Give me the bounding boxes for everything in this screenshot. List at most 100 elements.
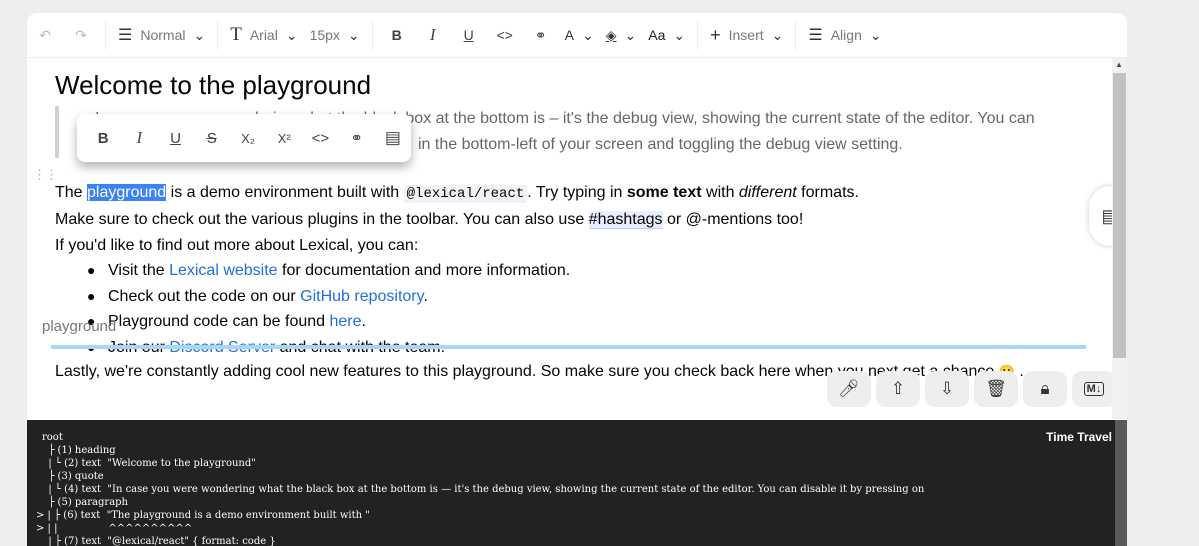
debug-line: > | | ^^^^^^^^^^: [36, 523, 193, 534]
heading: Welcome to the playground: [55, 70, 372, 100]
text-run: . Try typing in: [527, 184, 627, 201]
editor-scrollbar[interactable]: ▲: [1112, 58, 1127, 419]
export-button[interactable]: ⇧: [876, 371, 920, 407]
paragraph-intro: The playground is a demo environment bui…: [55, 183, 859, 204]
toolbar: ↶ ↷ ☰ Normal ⌄ T Arial ⌄ 15px ⌄ B I U <>…: [27, 13, 1127, 58]
block-type-label: Normal: [140, 27, 186, 43]
float-bold-button[interactable]: B: [85, 122, 121, 154]
list-item: ● Check out the code on our GitHub reposi…: [87, 286, 428, 307]
plus-icon: +: [710, 24, 721, 45]
drop-target-line: [51, 345, 1086, 349]
insert-label: Insert: [728, 27, 764, 43]
code-button[interactable]: <>: [487, 18, 523, 52]
chevron-down-icon: ⌄: [673, 26, 686, 43]
link-button[interactable]: ⚭: [523, 18, 559, 52]
font-size-dropdown[interactable]: 15px ⌄: [304, 18, 366, 52]
text-run: formats.: [796, 184, 859, 201]
italic-icon: I: [136, 128, 143, 147]
align-dropdown[interactable]: ☰ Align ⌄: [802, 18, 887, 52]
text-case-dropdown[interactable]: Aa ⌄: [642, 18, 691, 52]
download-icon: ⇩: [939, 379, 955, 398]
action-buttons: 🎤︎ ⇧ ⇩ 🗑︎ 🔒︎ M↓: [827, 371, 1116, 407]
float-underline-button[interactable]: U: [157, 122, 193, 154]
italic-button[interactable]: I: [415, 18, 451, 52]
chevron-down-icon: ⌄: [193, 26, 206, 43]
editor-content[interactable]: Welcome to the playground In case you we…: [27, 58, 1127, 419]
code-icon: <>: [496, 27, 513, 43]
chevron-down-icon: ⌄: [624, 26, 637, 43]
microphone-icon: 🎤︎: [838, 379, 860, 398]
clear-editor-button[interactable]: 🗑︎: [974, 371, 1018, 407]
chevron-down-icon: ⌄: [285, 26, 298, 43]
font-family-label: Arial: [249, 27, 278, 43]
speech-to-text-button[interactable]: 🎤︎: [827, 371, 871, 407]
debug-line: | └ (4) text "In case you were wondering…: [42, 484, 925, 495]
insert-dropdown[interactable]: + Insert ⌄: [704, 18, 789, 52]
chevron-down-icon: ⌄: [771, 26, 784, 43]
text-case-label: Aa: [648, 27, 666, 43]
text-run: Playground code can be found: [108, 313, 330, 330]
text-run: or @-mentions too!: [662, 211, 804, 228]
import-button[interactable]: ⇩: [925, 371, 969, 407]
float-link-button[interactable]: ⚭: [339, 122, 375, 154]
float-subscript-button[interactable]: X₂: [230, 122, 266, 154]
align-left-icon: ☰: [808, 27, 823, 44]
debug-line: | └ (2) text "Welcome to the playground": [42, 458, 256, 469]
link-here[interactable]: here: [330, 313, 362, 330]
list-item: ● Playground code can be found here.: [87, 311, 366, 332]
float-superscript-button[interactable]: X²: [266, 122, 302, 154]
scrollbar-thumb[interactable]: [1113, 73, 1126, 358]
inline-code: @lexical/react: [403, 185, 528, 203]
float-comment-button[interactable]: ▤: [375, 122, 411, 154]
redo-button[interactable]: ↷: [63, 18, 99, 52]
float-strikethrough-button[interactable]: S: [194, 122, 230, 154]
bold-button[interactable]: B: [379, 18, 415, 52]
bullet-icon: ●: [87, 262, 96, 278]
underline-icon: U: [170, 129, 181, 147]
scroll-up-icon[interactable]: ▲: [1115, 60, 1123, 69]
toolbar-divider: [795, 20, 797, 50]
bullet-icon: ●: [87, 288, 96, 304]
strikethrough-icon: S: [206, 129, 217, 147]
link-lexical-website[interactable]: Lexical website: [169, 262, 278, 279]
text-run: Check out the code on our: [108, 288, 301, 305]
undo-icon: ↶: [39, 26, 51, 43]
hashtag[interactable]: #hashtags: [588, 211, 663, 229]
list-item: ● Visit the Lexical website for documenta…: [87, 260, 570, 281]
subscript-icon: X₂: [241, 130, 255, 146]
debug-line: ├ (1) heading: [42, 445, 116, 456]
bg-color-dropdown[interactable]: ◈ ⌄: [600, 18, 643, 52]
floating-format-toolbar: B I U S X₂ X² <> ⚭ ▤: [77, 114, 411, 162]
link-github-repository[interactable]: GitHub repository: [300, 288, 423, 305]
paint-bucket-icon: ◈: [605, 26, 617, 43]
font-color-dropdown[interactable]: A ⌄: [559, 18, 600, 52]
paragraph-find-out: If you'd like to find out more about Lex…: [55, 237, 419, 254]
undo-button[interactable]: ↶: [27, 18, 63, 52]
chevron-down-icon: ⌄: [347, 26, 360, 43]
block-type-dropdown[interactable]: ☰ Normal ⌄: [112, 18, 211, 52]
comment-icon: ▤: [384, 128, 401, 147]
debug-scrollbar[interactable]: [1115, 420, 1127, 546]
selected-text: playground: [87, 184, 167, 201]
toolbar-divider: [371, 20, 373, 50]
editor-shell: ↶ ↷ ☰ Normal ⌄ T Arial ⌄ 15px ⌄ B I U <>…: [27, 13, 1127, 546]
drag-handle-icon[interactable]: ⋮⋮: [33, 168, 58, 181]
float-code-button[interactable]: <>: [302, 122, 338, 154]
bold-text: some text: [626, 184, 702, 201]
align-label: Align: [830, 27, 862, 43]
underline-button[interactable]: U: [451, 18, 487, 52]
debug-line: ├ (5) paragraph: [42, 497, 128, 508]
float-italic-button[interactable]: I: [121, 122, 157, 154]
debug-view: Time Travel root ├ (1) heading | └ (2) t…: [27, 420, 1127, 546]
text-run: Visit the: [108, 262, 170, 279]
text-run: The: [55, 184, 88, 201]
markdown-toggle-button[interactable]: M↓: [1072, 371, 1116, 407]
italic-icon: I: [429, 25, 436, 44]
text-run: is a demo environment built with: [166, 184, 404, 201]
font-color-icon: A: [564, 27, 574, 43]
lock-button[interactable]: 🔒︎: [1023, 371, 1067, 407]
text-run: for documentation and more information.: [277, 262, 571, 279]
toolbar-divider: [697, 20, 699, 50]
time-travel-button[interactable]: Time Travel: [1046, 430, 1112, 444]
font-family-dropdown[interactable]: T Arial ⌄: [224, 18, 303, 52]
